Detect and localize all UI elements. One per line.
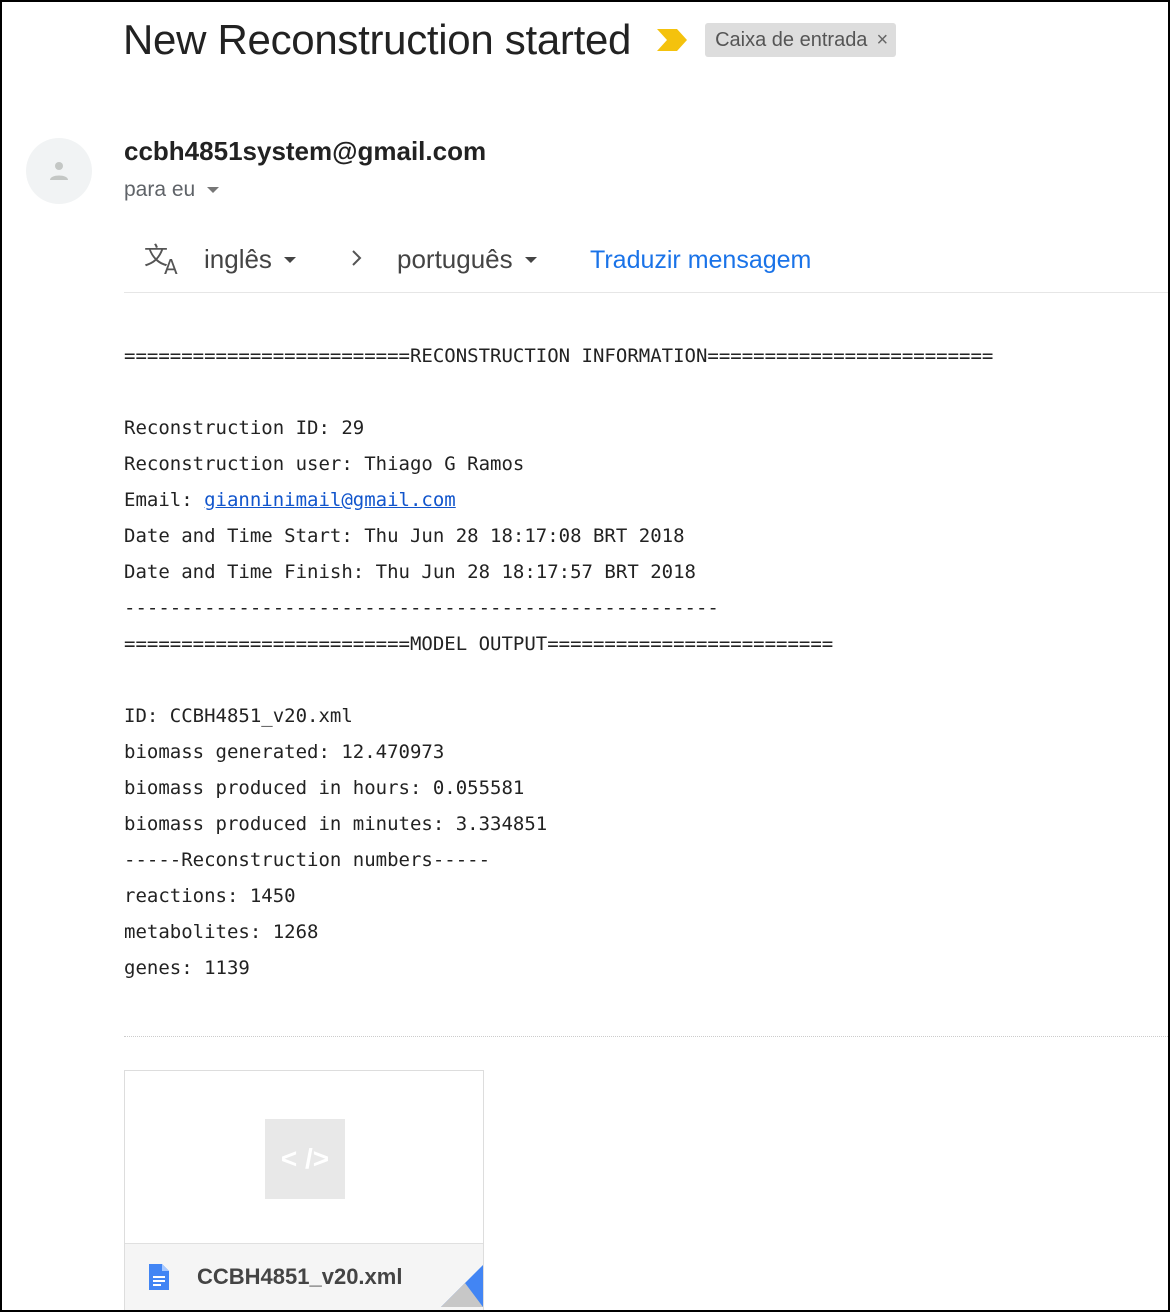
chevron-down-icon [524,256,537,263]
attachment-type-corner [411,1265,483,1310]
chevron-down-icon [283,256,296,263]
translate-bar: 文 A inglês português Traduzir mensagem [124,228,1168,293]
biomass-generated: biomass generated: 12.470973 [124,741,445,763]
email-line-label: Email: [124,489,205,511]
divider-line: ----------------------------------------… [124,597,719,619]
email-link[interactable]: gianninimail@gmail.com [204,489,456,511]
sender-address[interactable]: ccbh4851system@gmail.com [124,136,486,167]
attachment-footer: CCBH4851_v20.xml [125,1243,483,1310]
section-header: =========================MODEL OUTPUT===… [124,633,834,655]
subject-row: New Reconstruction started Caixa de entr… [123,16,897,64]
recipient-details[interactable]: para eu [124,178,220,202]
attachment-filename: CCBH4851_v20.xml [197,1264,403,1289]
reconstruction-id: Reconstruction ID: 29 [124,417,365,439]
document-icon [149,1264,169,1295]
translate-message-link[interactable]: Traduzir mensagem [590,246,811,275]
metabolites-count: metabolites: 1268 [124,921,319,943]
attachment-card[interactable]: < /> CCBH4851_v20.xml [124,1070,484,1310]
biomass-hours: biomass produced in hours: 0.055581 [124,777,525,799]
svg-text:A: A [164,255,178,276]
section-header: =========================RECONSTRUCTION … [124,345,994,367]
chevron-right-icon [350,246,364,275]
importance-marker-icon[interactable] [657,29,688,51]
target-language-dropdown[interactable]: português [397,244,537,275]
code-file-icon: < /> [265,1119,345,1199]
reactions-count: reactions: 1450 [124,885,296,907]
recipient-text: para eu [124,178,196,201]
email-subject: New Reconstruction started [123,16,632,63]
attachment-preview: < /> [125,1071,483,1243]
email-body: =========================RECONSTRUCTION … [124,338,993,986]
inbox-label-text: Caixa de entrada [715,28,868,51]
email-line: Email: gianninimail@gmail.com [124,482,993,518]
genes-count: genes: 1139 [124,957,250,979]
reconstruction-user: Reconstruction user: Thiago G Ramos [124,453,525,475]
target-language-label: português [397,244,513,274]
sender-avatar[interactable] [26,138,92,204]
biomass-minutes: biomass produced in minutes: 3.334851 [124,813,548,835]
source-language-dropdown[interactable]: inglês [204,244,296,275]
numbers-header: -----Reconstruction numbers----- [124,849,491,871]
inbox-label-chip[interactable]: Caixa de entrada × [705,23,897,57]
source-language-label: inglês [204,244,272,274]
finish-time: Date and Time Finish: Thu Jun 28 18:17:5… [124,561,696,583]
start-time: Date and Time Start: Thu Jun 28 18:17:08… [124,525,685,547]
attachments-divider [124,1036,1168,1037]
translate-icon: 文 A [144,242,184,281]
chevron-down-icon[interactable] [207,187,220,193]
email-view: New Reconstruction started Caixa de entr… [0,0,1170,1312]
person-icon [50,162,68,180]
remove-label-icon[interactable]: × [876,29,888,52]
model-id: ID: CCBH4851_v20.xml [124,705,353,727]
